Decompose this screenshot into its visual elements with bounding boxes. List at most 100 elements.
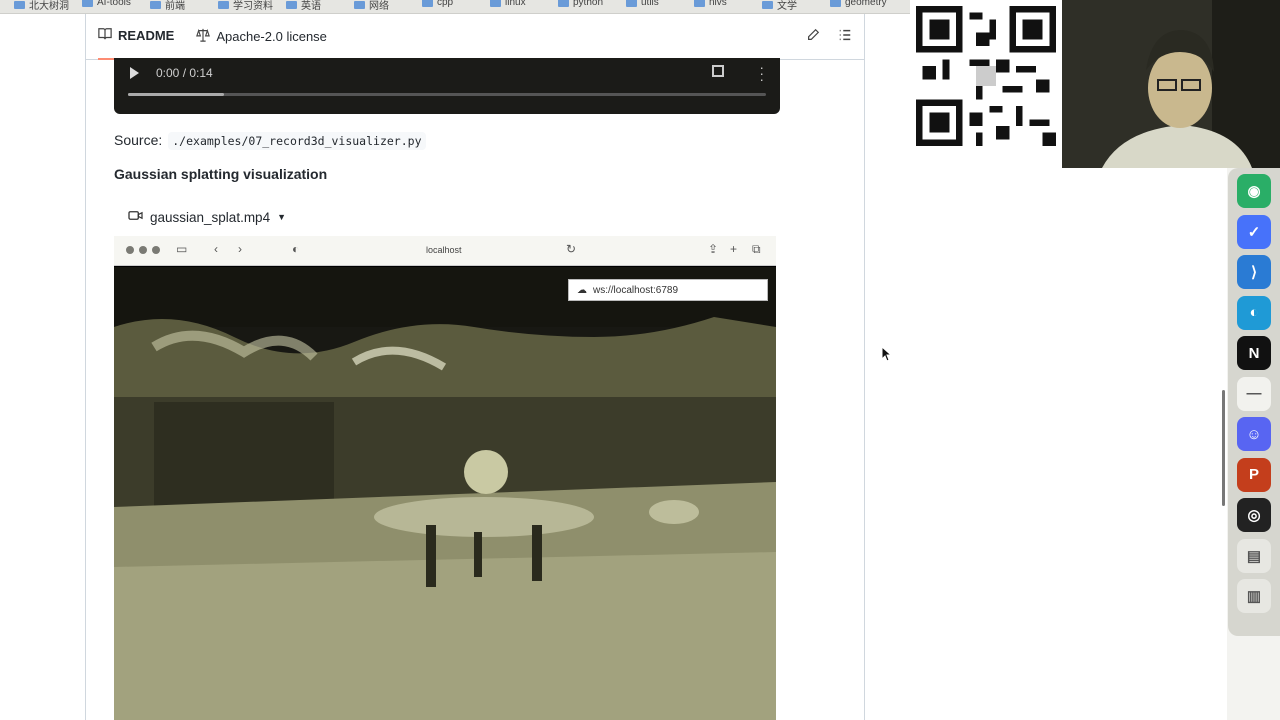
folder-icon — [82, 0, 93, 7]
websocket-address-panel[interactable]: ☁ ws://localhost:6789 — [568, 279, 768, 301]
bookmark-label: 前端 — [165, 1, 185, 12]
tab-readme[interactable]: README — [98, 14, 175, 60]
bookmark-label: 英语 — [301, 1, 321, 12]
folder-icon — [422, 0, 433, 7]
scale-icon — [196, 28, 211, 45]
powerpoint-icon[interactable]: P — [1237, 457, 1271, 492]
bookmark-label: utils — [641, 0, 659, 8]
obs-icon[interactable]: ◎ — [1237, 498, 1271, 532]
recorded-address: localhost — [426, 245, 462, 255]
folder-icon — [490, 0, 501, 7]
page-scrollbar[interactable] — [1222, 390, 1225, 506]
video-file-summary[interactable]: gaussian_splat.mp4 ▼ — [128, 209, 286, 225]
reload-icon: ↻ — [566, 242, 577, 256]
video-progress-fill — [128, 93, 224, 96]
tab-license-label: Apache-2.0 license — [216, 29, 327, 44]
shield-icon: ◐ — [292, 242, 300, 256]
bookmark-folder[interactable]: cpp — [422, 0, 453, 8]
source-line: Source: ./examples/07_record3d_visualizer… — [114, 132, 426, 150]
tabs-icon: ⧉ — [752, 242, 761, 256]
source-label: Source: — [114, 132, 163, 148]
folder-icon — [830, 0, 841, 7]
bookmark-label: 网络 — [369, 1, 389, 12]
presenter-video — [1062, 0, 1280, 168]
folder-icon — [150, 0, 161, 9]
play-icon[interactable] — [130, 67, 139, 79]
bookmark-folder[interactable]: AI-tools — [82, 0, 131, 8]
more-options-icon[interactable]: · · · — [759, 60, 764, 86]
ticktick-icon[interactable]: ✓ — [1237, 214, 1271, 249]
wechat-icon[interactable]: ◉ — [1237, 174, 1271, 208]
vscode-icon[interactable]: ⟩ — [1237, 255, 1271, 289]
notion-icon[interactable]: N — [1237, 336, 1271, 370]
document-icon[interactable]: ▤ — [1237, 538, 1271, 573]
folder-icon — [218, 0, 229, 9]
fullscreen-icon[interactable] — [712, 65, 724, 77]
pencil-icon[interactable] — [806, 28, 820, 45]
bookmark-folder[interactable]: python — [558, 0, 603, 8]
discord-icon[interactable]: ☺ — [1237, 417, 1271, 451]
folder-icon — [558, 0, 569, 7]
forward-icon: › — [238, 242, 242, 256]
bookmark-folder[interactable]: 前端 — [150, 0, 185, 12]
qr-code — [910, 0, 1062, 152]
bookmark-folder[interactable]: 文学 — [762, 0, 797, 12]
bookmark-label: AI-tools — [97, 0, 131, 8]
readme-tabs: README Apache-2.0 license — [86, 14, 864, 60]
websocket-url: ws://localhost:6789 — [593, 284, 679, 296]
bookmark-folder[interactable]: utils — [626, 0, 659, 8]
readme-actions — [806, 28, 852, 45]
source-path: ./examples/07_record3d_visualizer.py — [168, 132, 426, 150]
folder-icon — [14, 0, 25, 9]
qr-code-pattern — [916, 6, 1056, 146]
back-icon: ‹ — [214, 242, 218, 256]
video-progress-bar[interactable] — [128, 93, 766, 96]
bookmark-label: cpp — [437, 0, 454, 8]
bookmark-folder[interactable]: geometry — [830, 0, 887, 8]
cloud-icon: ☁ — [577, 284, 587, 296]
video-camera-icon — [128, 209, 143, 225]
bookmark-folder[interactable]: 网络 — [354, 0, 389, 12]
new-tab-icon: + — [730, 242, 738, 256]
folder-icon — [626, 0, 637, 7]
edge-icon[interactable]: ◐ — [1237, 295, 1271, 330]
readme-card: README Apache-2.0 license 0:00 / 0:14 · … — [85, 14, 865, 720]
sidebar-icon: ▭ — [176, 242, 188, 256]
bookmark-folder[interactable]: linux — [490, 0, 526, 8]
bookmark-label: 文学 — [777, 1, 797, 12]
bookmark-folder[interactable]: 北大树洞 — [14, 0, 69, 12]
bookmark-folder[interactable]: 学习资料 — [218, 0, 273, 12]
folder-icon — [694, 0, 705, 7]
webcam-overlay — [1062, 0, 1280, 168]
bookmark-folder[interactable]: nlvs — [694, 0, 727, 8]
folder-icon — [762, 0, 773, 9]
trash-icon[interactable]: ▥ — [1237, 579, 1271, 613]
bookmark-folder[interactable]: 英语 — [286, 0, 321, 12]
caret-down-icon: ▼ — [277, 212, 286, 222]
book-icon — [98, 27, 112, 44]
folder-icon — [286, 0, 297, 9]
tab-readme-label: README — [118, 28, 175, 43]
garden-scene-image — [114, 267, 776, 720]
folder-icon — [354, 0, 365, 9]
bookmark-label: 北大树洞 — [29, 1, 69, 12]
recorded-browser-toolbar: ▭ ‹ › ◐ localhost ↻ ⇪ + ⧉ — [114, 236, 776, 266]
record3d-video-player[interactable]: 0:00 / 0:14 · · · — [114, 58, 780, 114]
bookmark-label: linux — [505, 0, 526, 8]
page-left-gutter — [0, 14, 86, 720]
video-file-name: gaussian_splat.mp4 — [150, 209, 271, 225]
blank-app-icon[interactable]: — — [1237, 376, 1271, 411]
bookmark-label: geometry — [845, 0, 887, 8]
gaussian-splat-video[interactable]: ▭ ‹ › ◐ localhost ↻ ⇪ + ⧉ ☁ ws://localho… — [114, 236, 776, 720]
gaussian-splatting-heading: Gaussian splatting visualization — [114, 166, 328, 182]
bookmark-label: 学习资料 — [233, 1, 273, 12]
video-time: 0:00 / 0:14 — [156, 66, 213, 80]
tab-license[interactable]: Apache-2.0 license — [196, 14, 327, 60]
bookmark-label: python — [573, 0, 604, 8]
garden-splat-scene: ☁ ws://localhost:6789 — [114, 267, 776, 720]
bookmarks-bar: 北大树洞 AI-tools 前端 学习资料 英语 网络 cpp linux python util… — [0, 0, 910, 14]
macos-dock: ◉ ✓ ⟩ ◐ N — ☺ P ◎ ▤ ▥ — [1228, 168, 1280, 636]
outline-list-icon[interactable] — [838, 28, 852, 45]
mouse-cursor-icon — [881, 345, 893, 367]
share-icon: ⇪ — [708, 242, 719, 256]
